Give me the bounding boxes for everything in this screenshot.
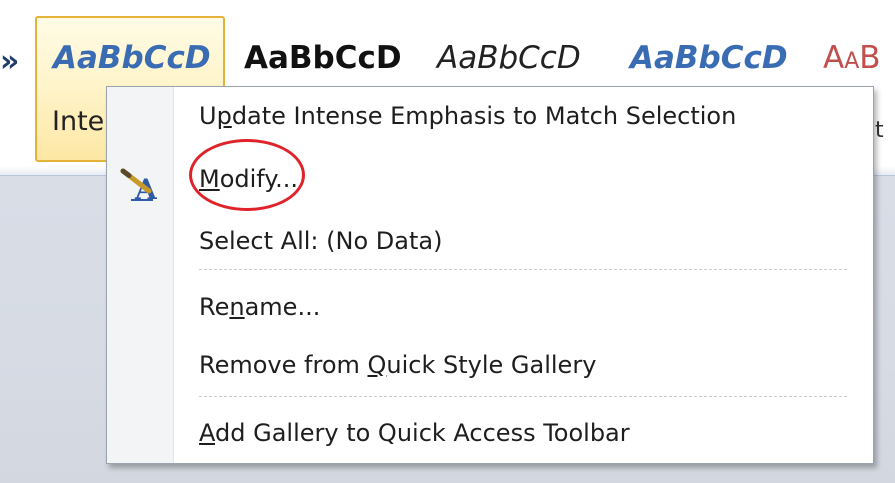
- menu-icon-separator: [173, 87, 174, 463]
- style-preview-intense-emphasis: AaBbCcD: [53, 40, 211, 76]
- menu-item-add-to-qat[interactable]: Add Gallery to Quick Access Toolbar: [199, 419, 630, 447]
- menu-icon-column: [107, 87, 173, 463]
- style-preview-subtle-emphasis[interactable]: AaBbCcD: [437, 40, 581, 76]
- highlight-circle-annotation: [189, 139, 305, 211]
- menu-separator: [199, 396, 847, 397]
- style-caption-intense-emphasis: Inte: [52, 106, 105, 137]
- style-caption-partial-right: t: [875, 118, 884, 143]
- menu-item-remove-from-gallery[interactable]: Remove from Quick Style Gallery: [199, 351, 596, 379]
- style-preview-subtle-reference[interactable]: AaB: [823, 40, 881, 76]
- style-preview-strong[interactable]: AaBbCcD: [244, 40, 402, 76]
- style-preview-intense-emphasis-2[interactable]: AaBbCcD: [630, 40, 788, 76]
- gallery-scroll-left-partial[interactable]: »: [0, 44, 19, 79]
- menu-item-rename[interactable]: Rename...: [199, 293, 320, 321]
- modify-style-icon: A: [120, 168, 158, 203]
- menu-item-update-to-match[interactable]: Update Intense Emphasis to Match Selecti…: [199, 102, 736, 130]
- menu-separator: [199, 269, 847, 270]
- menu-item-select-all[interactable]: Select All: (No Data): [199, 227, 442, 255]
